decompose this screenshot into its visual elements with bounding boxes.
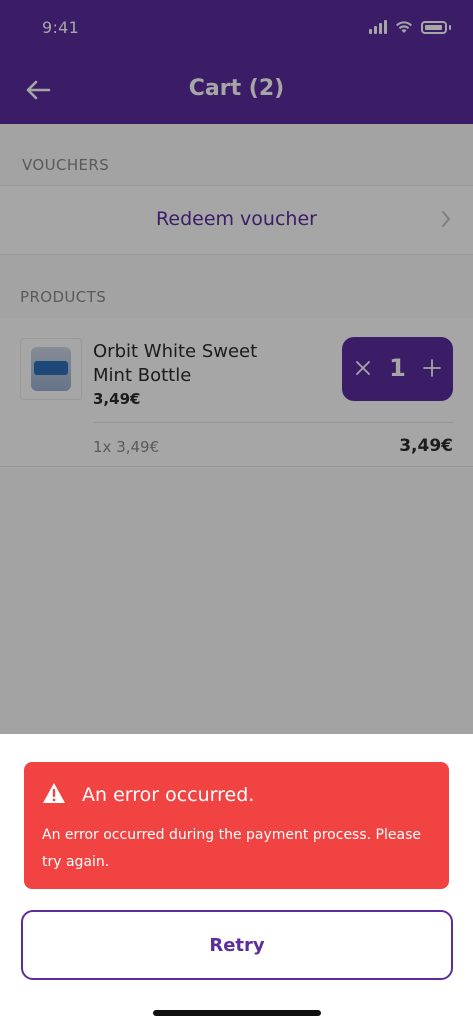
warning-icon bbox=[43, 783, 65, 803]
error-message: An error occurred during the payment pro… bbox=[42, 827, 421, 870]
retry-button[interactable]: Retry bbox=[21, 910, 453, 980]
modal-backdrop[interactable] bbox=[0, 0, 473, 734]
home-indicator bbox=[153, 1010, 321, 1016]
error-title: An error occurred. bbox=[82, 784, 255, 806]
retry-label: Retry bbox=[209, 934, 265, 956]
error-bottom-sheet: An error occurred. An error occurred dur… bbox=[0, 734, 473, 1024]
error-banner: An error occurred. An error occurred dur… bbox=[24, 762, 449, 889]
